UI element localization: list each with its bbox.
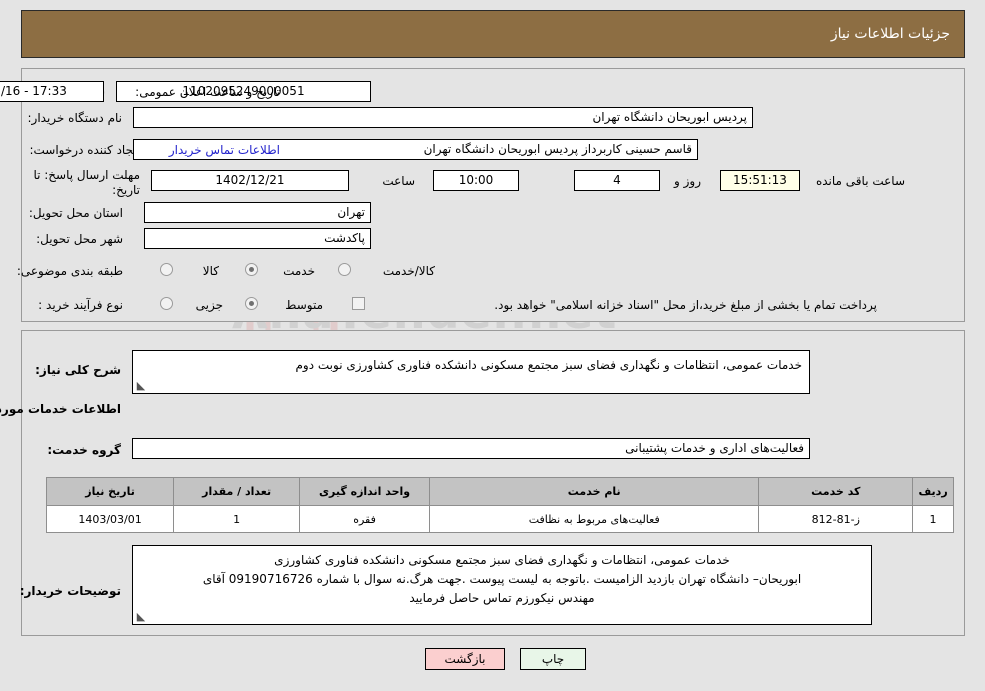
resize-grip-icon[interactable]: ◣	[135, 611, 147, 623]
buyer-org-field[interactable]: پردیس ابوریحان دانشگاه تهران	[133, 107, 753, 128]
buyer-notes-line-2: ابوریحان– دانشگاه تهران بازدید الزامیست …	[202, 572, 802, 586]
buyer-notes-label: توضیحات خریدار:	[19, 584, 121, 598]
buyer-org-label: نام دستگاه خریدار:	[27, 111, 123, 125]
province-field[interactable]: تهران	[144, 202, 371, 223]
service-group-label: گروه خدمت:	[47, 443, 121, 457]
deadline-label-line1: مهلت ارسال پاسخ: تا	[33, 168, 140, 182]
deadline-hour-field[interactable]: 10:00	[433, 170, 519, 191]
remaining-time-field[interactable]: 15:51:13	[720, 170, 800, 191]
cell-unit: فقره	[299, 505, 430, 533]
th-service-code: کد خدمت	[758, 477, 914, 506]
th-row-no: ردیف	[912, 477, 954, 506]
services-section-title: اطلاعات خدمات مورد نیاز	[0, 402, 121, 416]
services-table: ردیف کد خدمت نام خدمت واحد اندازه گیری ت…	[45, 477, 954, 533]
treasury-bonds-checkbox[interactable]	[352, 297, 365, 310]
deadline-hour-label: ساعت	[382, 174, 415, 188]
remaining-days-field[interactable]: 4	[574, 170, 660, 191]
announce-datetime-label: تاریخ و ساعت اعلان عمومی:	[135, 85, 280, 99]
treasury-bonds-note: پرداخت تمام یا بخشی از مبلغ خرید،از محل …	[494, 298, 877, 312]
radio-category-kala[interactable]	[160, 263, 173, 276]
remaining-days-label: روز و	[674, 174, 701, 188]
cell-service-code: ز-81-812	[758, 505, 914, 533]
buyer-notes-line-3: مهندس نیکورزم تماس حاصل فرمایید	[409, 591, 595, 605]
general-desc-textarea[interactable]: خدمات عمومی، انتظامات و نگهداری فضای سبز…	[132, 350, 810, 394]
buyer-notes-textarea[interactable]: خدمات عمومی، انتظامات و نگهداری فضای سبز…	[132, 545, 872, 625]
cell-quantity: 1	[173, 505, 301, 533]
th-unit: واحد اندازه گیری	[299, 477, 430, 506]
page-title: جزئیات اطلاعات نیاز	[830, 26, 950, 42]
radio-category-kala-khedmat-label: کالا/خدمت	[382, 264, 435, 278]
general-desc-text: خدمات عمومی، انتظامات و نگهداری فضای سبز…	[295, 358, 803, 372]
page-header: جزئیات اطلاعات نیاز	[21, 10, 965, 58]
general-desc-label: شرح کلی نیاز:	[35, 363, 121, 377]
cell-need-date: 1403/03/01	[45, 505, 175, 533]
th-quantity: تعداد / مقدار	[173, 477, 301, 506]
table-header-row: ردیف کد خدمت نام خدمت واحد اندازه گیری ت…	[45, 477, 954, 506]
buyer-notes-line-1: خدمات عمومی، انتظامات و نگهداری فضای سبز…	[274, 553, 730, 567]
cell-row-no: 1	[912, 505, 954, 533]
radio-purchase-motavasset[interactable]	[245, 297, 258, 310]
th-service-name: نام خدمت	[428, 477, 760, 506]
table-row: 1 ز-81-812 فعالیت‌های مربوط به نظافت فقر…	[45, 505, 954, 533]
remaining-time-label: ساعت باقی مانده	[815, 174, 905, 188]
service-group-field[interactable]: فعالیت‌های اداری و خدمات پشتیبانی	[132, 438, 810, 459]
th-need-date: تاریخ نیاز	[45, 477, 175, 506]
resize-grip-icon[interactable]: ◣	[135, 380, 147, 392]
back-button[interactable]: بازگشت	[425, 648, 505, 670]
print-button[interactable]: چاپ	[520, 648, 586, 670]
announce-datetime-field[interactable]: 1402/12/16 - 17:33	[0, 81, 104, 102]
city-label: شهر محل تحویل:	[36, 232, 123, 246]
radio-category-kala-khedmat[interactable]	[338, 263, 351, 276]
radio-purchase-jozei[interactable]	[160, 297, 173, 310]
radio-category-khedmat-label: خدمت	[283, 264, 315, 278]
province-label: استان محل تحویل:	[28, 206, 123, 220]
requester-label: ایجاد کننده درخواست:	[29, 143, 140, 157]
radio-purchase-jozei-label: جزیی	[195, 298, 223, 312]
deadline-date-field[interactable]: 1402/12/21	[151, 170, 349, 191]
category-label: طبقه بندی موضوعی:	[16, 264, 123, 278]
buyer-contact-link[interactable]: اطلاعات تماس خریدار	[169, 143, 280, 157]
radio-category-kala-label: کالا	[202, 264, 219, 278]
city-field[interactable]: پاکدشت	[144, 228, 371, 249]
cell-service-name: فعالیت‌های مربوط به نظافت	[428, 505, 760, 533]
radio-category-khedmat[interactable]	[245, 263, 258, 276]
radio-purchase-motavasset-label: متوسط	[285, 298, 323, 312]
deadline-label-line2: تاریخ:	[112, 183, 140, 197]
purchase-type-label: نوع فرآیند خرید :	[38, 298, 123, 312]
